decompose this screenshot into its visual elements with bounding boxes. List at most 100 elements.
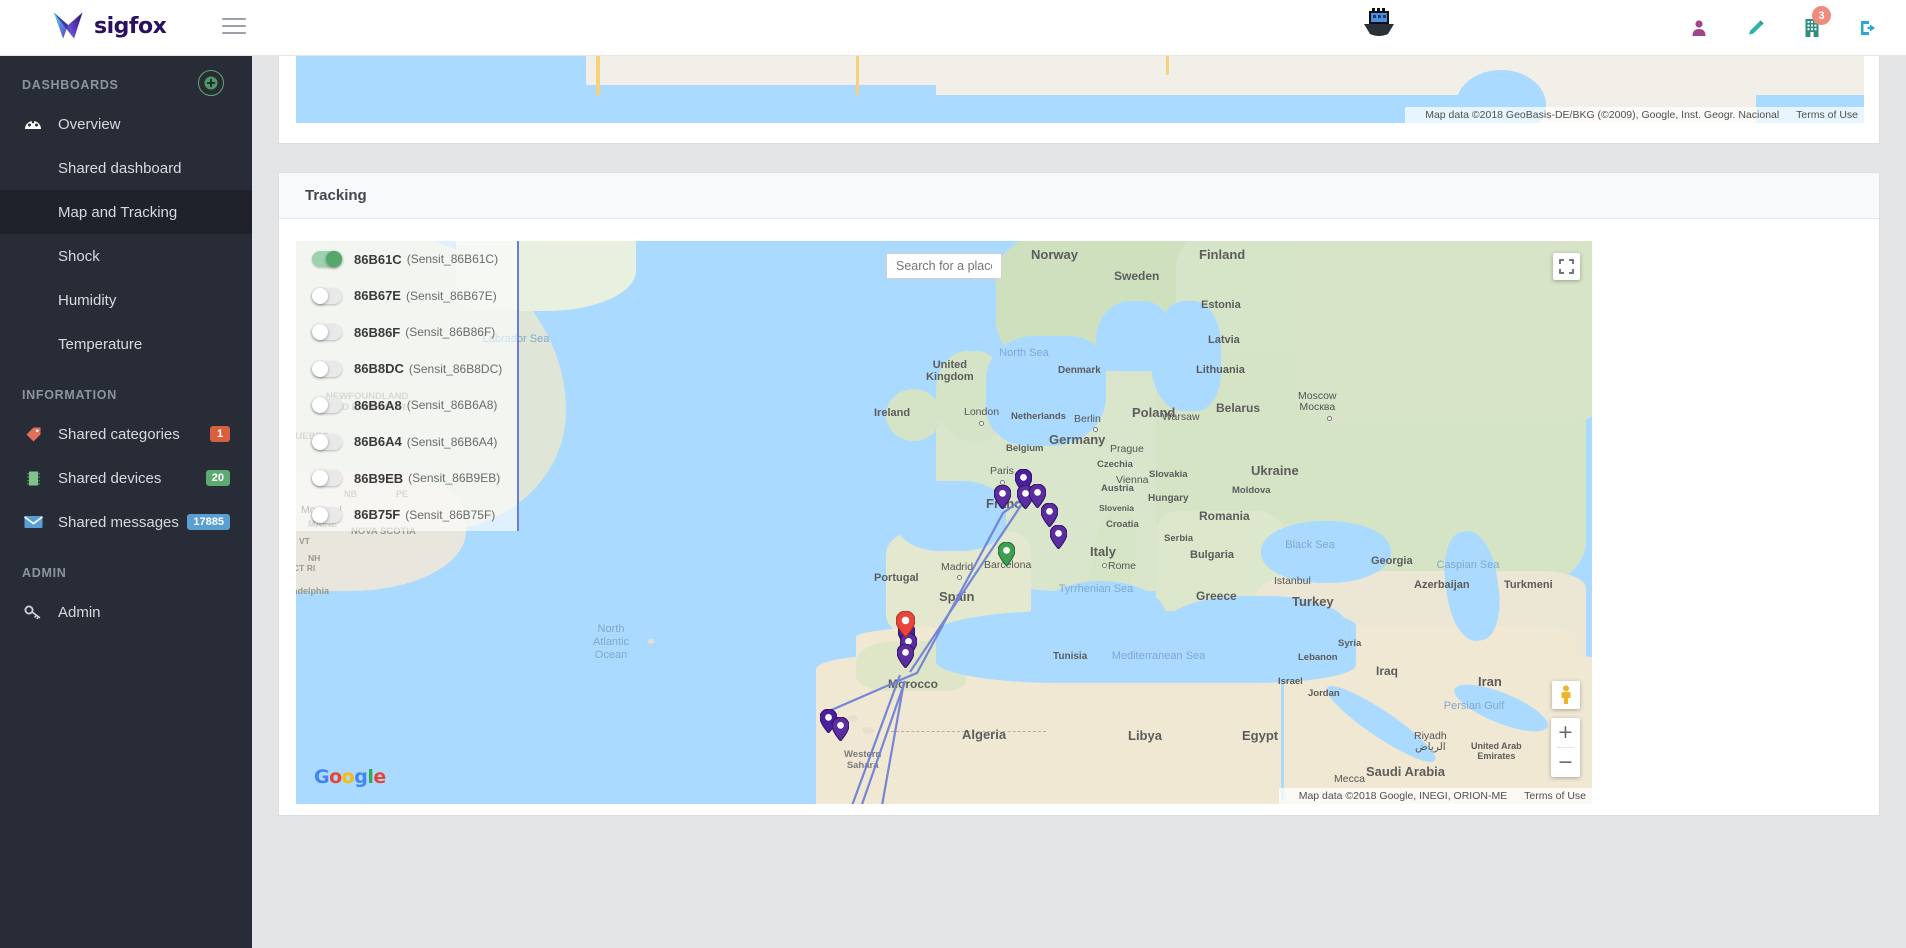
device-toggle-row[interactable]: 86B61C (Sensit_86B61C)	[296, 241, 517, 278]
tag-icon	[22, 426, 44, 443]
notification-badge: 3	[1812, 6, 1831, 25]
sidebar-item-shock[interactable]: Shock	[0, 234, 252, 278]
sidebar-item-shared-devices[interactable]: Shared devices 20	[0, 456, 252, 500]
status-badge: 17885	[187, 514, 230, 530]
overview-map-attribution: Map data ©2018 GeoBasis-DE/BKG (©2009), …	[1405, 107, 1864, 123]
overview-map-card: Porto Salamanca Valladolid Zaragoza Tarr…	[278, 56, 1880, 144]
add-dashboard-button[interactable]	[198, 70, 224, 96]
device-toggle-row[interactable]: 86B6A4 (Sensit_86B6A4)	[296, 424, 517, 461]
map-marker-waypoint[interactable]	[1049, 524, 1068, 554]
envelope-icon	[22, 515, 44, 529]
sidebar-item-label: Shared messages	[58, 513, 179, 531]
sidebar-item-label: Map and Tracking	[58, 203, 178, 221]
sidebar-item-label: Overview	[58, 115, 121, 133]
device-name: (Sensit_86B61C)	[406, 252, 499, 267]
sidebar-item-temperature[interactable]: Temperature	[0, 322, 252, 366]
device-toggle[interactable]	[312, 360, 342, 377]
tracking-card: Tracking Sea North Sea North Atlantic Oc…	[278, 172, 1880, 816]
sidebar-item-shared-messages[interactable]: Shared messages 17885	[0, 500, 252, 544]
device-id: 86B75F	[354, 507, 401, 523]
main-content: Porto Salamanca Valladolid Zaragoza Tarr…	[252, 56, 1906, 948]
toggle-knob	[312, 506, 328, 523]
top-header-bar: sigfox 3	[0, 0, 1906, 56]
brand-logo[interactable]: sigfox	[52, 10, 167, 42]
toggle-knob	[312, 433, 328, 450]
device-name: (Sensit_86B75F)	[405, 507, 496, 522]
terms-of-use-link[interactable]: Terms of Use	[1796, 109, 1858, 121]
sidebar-item-shared-categories[interactable]: Shared categories 1	[0, 412, 252, 456]
sidebar-item-humidity[interactable]: Humidity	[0, 278, 252, 322]
toggle-knob	[326, 251, 342, 268]
sidebar-item-map-and-tracking[interactable]: Map and Tracking	[0, 190, 252, 234]
tracking-map[interactable]: Labrador Sea North Sea North Atlantic Oc…	[296, 241, 1592, 804]
attribution-text: Map data ©2018 GeoBasis-DE/BKG (©2009), …	[1425, 109, 1780, 121]
building-icon[interactable]: 3	[1804, 6, 1831, 38]
device-name: (Sensit_86B9EB)	[408, 471, 501, 486]
map-marker-waypoint[interactable]	[896, 643, 915, 673]
sidebar-section-label: ADMIN	[22, 566, 67, 580]
sidebar-section-admin: ADMIN	[0, 544, 252, 590]
map-marker-waypoint[interactable]	[993, 484, 1012, 514]
device-toggle[interactable]	[312, 397, 342, 414]
device-name: (Sensit_86B8DC)	[408, 361, 503, 376]
sidebar-section-label: INFORMATION	[22, 388, 117, 402]
device-toggle[interactable]	[312, 324, 342, 341]
device-list-panel[interactable]: 86B61C (Sensit_86B61C) 86B67E (Sensit_86…	[296, 241, 519, 531]
sidebar-section-dashboards: DASHBOARDS	[0, 56, 252, 102]
dashboard-icon	[22, 117, 44, 131]
map-marker-current[interactable]	[895, 610, 916, 642]
toggle-knob	[312, 287, 328, 304]
status-badge: 1	[210, 426, 230, 442]
sidebar-section-label: DASHBOARDS	[22, 78, 119, 92]
sidebar-item-overview[interactable]: Overview	[0, 102, 252, 146]
overview-map[interactable]: Porto Salamanca Valladolid Zaragoza Tarr…	[296, 56, 1864, 123]
device-toggle-row[interactable]: 86B9EB (Sensit_86B9EB)	[296, 460, 517, 497]
device-toggle-row[interactable]: 86B6A8 (Sensit_86B6A8)	[296, 387, 517, 424]
sidebar-section-information: INFORMATION	[0, 366, 252, 412]
device-id: 86B67E	[354, 288, 401, 304]
toggle-knob	[312, 324, 328, 341]
hamburger-icon[interactable]	[222, 18, 246, 38]
sidebar-item-label: Shared categories	[58, 425, 180, 443]
toggle-knob	[312, 360, 328, 377]
device-id: 86B6A8	[354, 397, 402, 413]
device-id: 86B9EB	[354, 470, 404, 486]
device-toggle[interactable]	[312, 287, 342, 304]
chip-icon	[22, 470, 44, 487]
device-toggle[interactable]	[312, 470, 342, 487]
status-badge: 20	[205, 470, 230, 486]
sidebar-item-label: Shock	[58, 247, 100, 265]
user-icon[interactable]	[1690, 19, 1708, 37]
map-marker-start[interactable]	[997, 541, 1016, 571]
key-icon	[22, 604, 44, 620]
sidebar-item-label: Shared dashboard	[58, 159, 182, 177]
device-toggle-row[interactable]: 86B67E (Sensit_86B67E)	[296, 278, 517, 315]
device-toggle[interactable]	[312, 433, 342, 450]
left-sidebar: DASHBOARDS Overview Shared dashboard Map…	[0, 56, 252, 948]
header-icon-group: 3	[1690, 0, 1878, 56]
device-id: 86B86F	[354, 324, 401, 340]
device-id: 86B6A4	[354, 434, 402, 450]
device-name: (Sensit_86B86F)	[405, 325, 496, 340]
sidebar-item-label: Temperature	[58, 335, 143, 353]
device-id: 86B61C	[354, 251, 402, 267]
device-toggle[interactable]	[312, 506, 342, 523]
sidebar-item-label: Shared devices	[58, 469, 162, 487]
device-toggle[interactable]	[312, 251, 342, 268]
device-name: (Sensit_86B67E)	[405, 288, 497, 303]
pencil-icon[interactable]	[1746, 18, 1766, 38]
sidebar-item-label: Humidity	[58, 291, 117, 309]
sidebar-item-admin[interactable]: Admin	[0, 590, 252, 634]
sidebar-item-shared-dashboard[interactable]: Shared dashboard	[0, 146, 252, 190]
toggle-knob	[312, 470, 328, 487]
device-toggle-row[interactable]: 86B86F (Sensit_86B86F)	[296, 314, 517, 351]
device-toggle-row[interactable]: 86B8DC (Sensit_86B8DC)	[296, 351, 517, 388]
device-id: 86B8DC	[354, 361, 404, 377]
map-marker-waypoint[interactable]	[831, 716, 850, 746]
ship-icon[interactable]	[1362, 7, 1396, 44]
logout-icon[interactable]	[1858, 18, 1878, 38]
device-toggle-row[interactable]: 86B75F (Sensit_86B75F)	[296, 497, 517, 532]
sidebar-item-label: Admin	[58, 603, 101, 621]
device-name: (Sensit_86B6A8)	[406, 398, 498, 413]
brand-name: sigfox	[94, 13, 167, 39]
